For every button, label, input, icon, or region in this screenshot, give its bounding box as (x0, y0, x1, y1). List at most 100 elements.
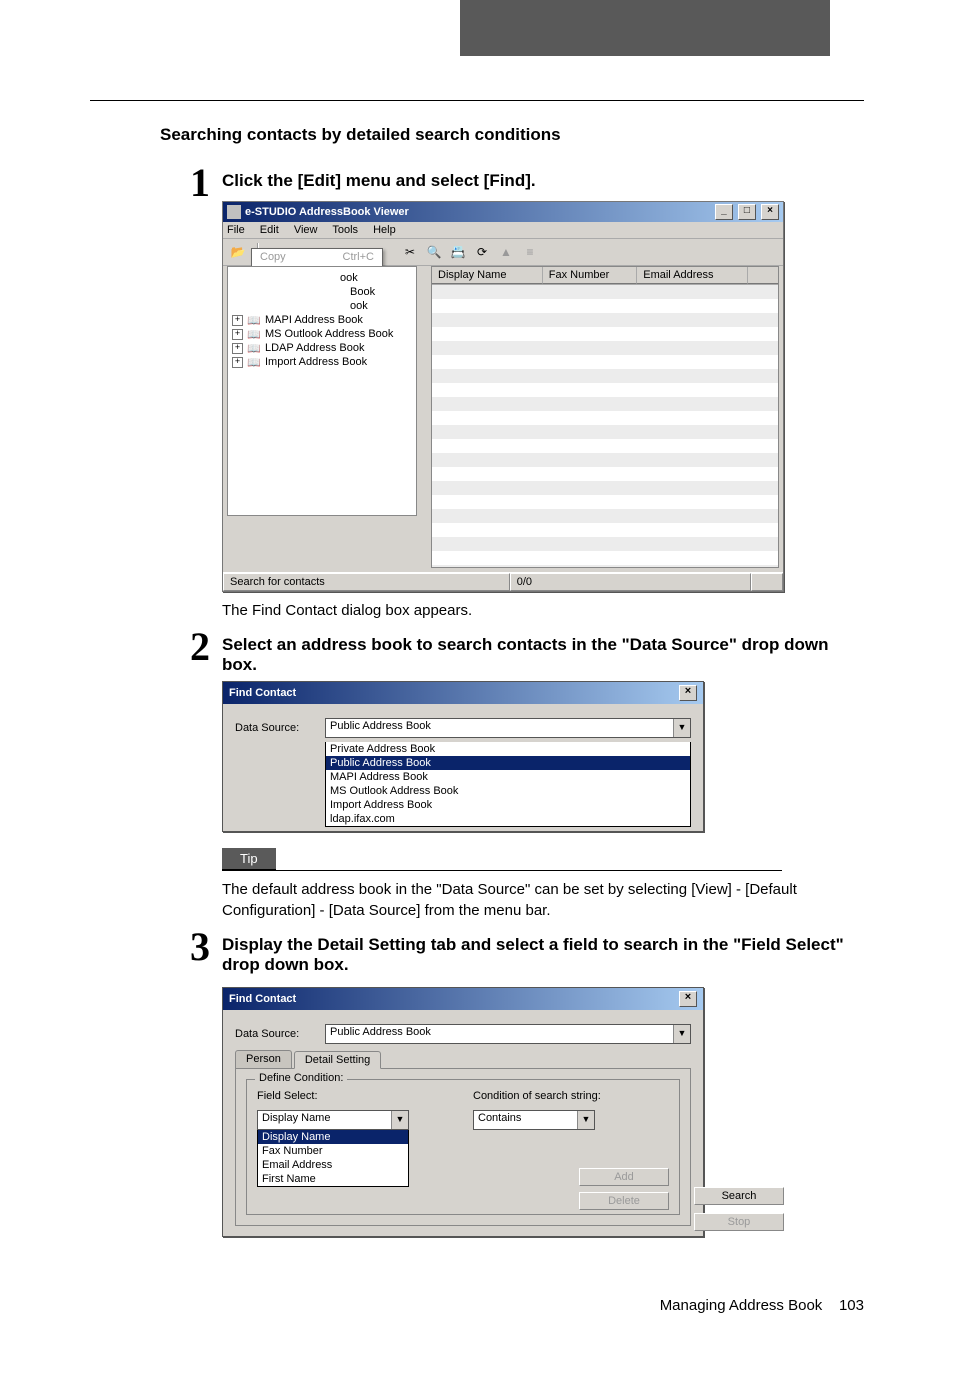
tree-item-cut-3: ook (350, 299, 412, 313)
close-button[interactable]: × (761, 204, 779, 220)
condition-dropdown[interactable]: Contains ▼ (473, 1110, 595, 1130)
tree-item-import[interactable]: +📖Import Address Book (232, 355, 412, 369)
field-opt-display-name[interactable]: Display Name (258, 1130, 408, 1144)
step-3: 3 Display the Detail Setting tab and sel… (90, 929, 864, 975)
data-source-label: Data Source: (235, 722, 325, 734)
find-contact-dialog-1: Find Contact × Data Source: Public Addre… (222, 681, 704, 832)
option-import[interactable]: Import Address Book (326, 798, 690, 812)
tree-item-cut-2: Book (350, 285, 412, 299)
up-icon[interactable]: ▲ (497, 243, 515, 261)
field-opt-fax-number[interactable]: Fax Number (258, 1144, 408, 1158)
cut-icon[interactable]: ✂ (401, 243, 419, 261)
dialog-close-button-2[interactable]: × (679, 991, 697, 1007)
tab-person-2[interactable]: Person (235, 1050, 292, 1068)
data-source-value: Public Address Book (326, 719, 673, 737)
tip-label: Tip (222, 848, 276, 870)
add-button[interactable]: Add (579, 1168, 669, 1186)
column-fax-number[interactable]: Fax Number (543, 267, 637, 284)
minimize-button[interactable]: _ (715, 204, 733, 220)
data-source-dropdown[interactable]: Public Address Book ▼ (325, 718, 691, 738)
step-2: 2 Select an address book to search conta… (90, 629, 864, 675)
status-bar: Search for contacts 0/0 (223, 572, 783, 591)
field-select-label: Field Select: (257, 1090, 453, 1102)
status-text: Search for contacts (223, 573, 510, 591)
empty-list (432, 285, 778, 567)
data-source-value-2: Public Address Book (326, 1025, 673, 1043)
step-1-text: Click the [Edit] menu and select [Find]. (222, 171, 864, 191)
option-ldap[interactable]: ldap.ifax.com (326, 812, 690, 826)
menu-item-copy: CopyCtrl+C (252, 249, 382, 265)
footer-page-number: 103 (839, 1297, 864, 1314)
display-name-label: Display Name: (246, 770, 336, 782)
group-legend: Define Condition: (255, 1072, 347, 1084)
field-select-dropdown[interactable]: Display Name ▼ (257, 1110, 409, 1130)
app-icon (227, 205, 241, 219)
data-source-dropdown-2[interactable]: Public Address Book ▼ (325, 1024, 691, 1044)
address-book-tree[interactable]: ook Book ook +📖MAPI Address Book +📖MS Ou… (227, 266, 417, 516)
tree-item-ldap[interactable]: +📖LDAP Address Book (232, 341, 412, 355)
option-outlook[interactable]: MS Outlook Address Book (326, 784, 690, 798)
menu-file[interactable]: File (227, 224, 245, 236)
step-2-text: Select an address book to search contact… (222, 635, 864, 675)
window-title: e-STUDIO AddressBook Viewer (245, 206, 409, 218)
field-opt-email[interactable]: Email Address (258, 1158, 408, 1172)
tab-detail-setting[interactable]: Detail Setting (294, 1051, 381, 1069)
tree-item-mapi[interactable]: +📖MAPI Address Book (232, 313, 412, 327)
dropdown-arrow-icon-2[interactable]: ▼ (673, 1025, 690, 1043)
open-icon[interactable]: 📂 (229, 243, 247, 261)
column-display-name[interactable]: Display Name (432, 267, 543, 284)
field-select-arrow-icon[interactable]: ▼ (391, 1111, 408, 1129)
option-mapi[interactable]: MAPI Address Book (326, 770, 690, 784)
condition-value: Contains (474, 1111, 577, 1129)
field-opt-first-name[interactable]: First Name (258, 1172, 408, 1186)
step-1-number: 1 (160, 165, 210, 201)
dialog-titlebar: Find Contact × (223, 682, 703, 704)
status-grip (751, 573, 783, 591)
step-1: 1 Click the [Edit] menu and select [Find… (90, 165, 864, 201)
field-select-options: Display Name Fax Number Email Address Fi… (257, 1130, 409, 1187)
data-source-option-list: Private Address Book Public Address Book… (325, 742, 691, 827)
chapter-header-bar (460, 0, 830, 56)
data-source-label-2: Data Source: (235, 1028, 325, 1040)
dialog-close-button[interactable]: × (679, 685, 697, 701)
menu-tools[interactable]: Tools (332, 224, 358, 236)
tab-person[interactable]: Person (235, 738, 292, 756)
define-condition-group: Define Condition: Field Select: Display … (246, 1079, 680, 1215)
contact-list-panel: Display Name Fax Number Email Address (431, 266, 779, 568)
footer-text: Managing Address Book (660, 1297, 823, 1314)
card-icon[interactable]: 📇 (449, 243, 467, 261)
menu-edit[interactable]: Edit (260, 224, 279, 236)
tip-text: The default address book in the "Data So… (222, 879, 864, 921)
status-count: 0/0 (510, 573, 751, 591)
window-control-buttons: _ □ × (713, 204, 779, 220)
stop-button[interactable]: Stop (694, 1213, 784, 1231)
email-label: E-Mail: (246, 802, 336, 814)
field-select-value: Display Name (258, 1111, 391, 1129)
option-public[interactable]: Public Address Book (326, 756, 690, 770)
find-contact-dialog-2: Find Contact × Data Source: Public Addre… (222, 987, 704, 1237)
toolbar: 📂 CopyCtrl+C PasteCtrl+V Select AllCtrl+… (223, 239, 783, 266)
option-private[interactable]: Private Address Book (326, 742, 690, 756)
find-icon[interactable]: 🔍 (425, 243, 443, 261)
maximize-button[interactable]: □ (738, 204, 756, 220)
condition-arrow-icon[interactable]: ▼ (577, 1111, 594, 1129)
dropdown-arrow-icon[interactable]: ▼ (673, 719, 690, 737)
tree-item-outlook[interactable]: +📖MS Outlook Address Book (232, 327, 412, 341)
address-book-viewer-window: e-STUDIO AddressBook Viewer _ □ × File E… (222, 201, 784, 592)
step-3-text: Display the Detail Setting tab and selec… (222, 935, 864, 975)
refresh-icon[interactable]: ⟳ (473, 243, 491, 261)
step-1-caption: The Find Contact dialog box appears. (222, 600, 864, 621)
delete-button[interactable]: Delete (579, 1192, 669, 1210)
dialog-title-2: Find Contact (229, 993, 296, 1005)
column-email-address[interactable]: Email Address (637, 267, 748, 284)
list-icon[interactable]: ≡ (521, 243, 539, 261)
search-button[interactable]: Search (694, 1187, 784, 1205)
condition-label: Condition of search string: (473, 1090, 669, 1102)
menu-help[interactable]: Help (373, 224, 396, 236)
step-2-number: 2 (160, 629, 210, 665)
tree-root-cut: ook (340, 271, 412, 285)
dialog-title: Find Contact (229, 687, 296, 699)
tip-rule (222, 870, 782, 871)
step-3-number: 3 (160, 929, 210, 965)
menu-view[interactable]: View (294, 224, 318, 236)
